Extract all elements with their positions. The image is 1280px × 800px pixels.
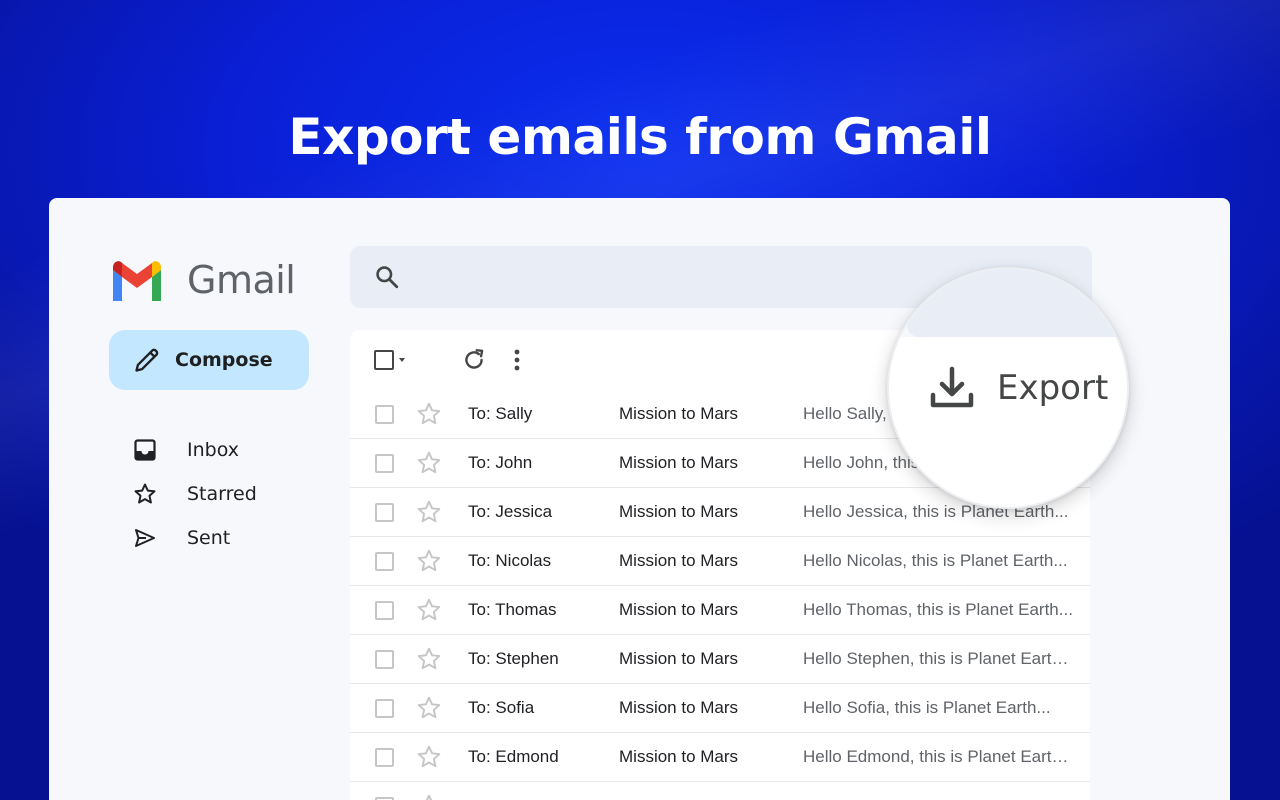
star-icon[interactable]	[416, 597, 442, 623]
row-checkbox[interactable]	[375, 404, 394, 424]
row-checkbox[interactable]	[375, 551, 394, 571]
export-button[interactable]: Export	[929, 365, 1108, 411]
email-subject: Mission to Mars	[619, 502, 739, 521]
star-icon[interactable]	[416, 401, 442, 427]
email-subject: Mission to Mars	[619, 551, 739, 570]
row-checkbox[interactable]	[375, 649, 394, 669]
headline: Export emails from Gmail	[288, 108, 992, 166]
star-icon[interactable]	[416, 450, 442, 476]
sidebar-item-starred[interactable]: Starred	[133, 472, 333, 516]
sidebar-item-label: Inbox	[187, 439, 239, 461]
table-row[interactable]: To: Sofia Mission to Mars Hello Sofia, t…	[350, 684, 1090, 733]
email-recipient: To: Nicolas	[468, 551, 552, 570]
email-snippet: Hello Nicolas, this is Planet Earth...	[803, 551, 1068, 570]
email-recipient: To: Thomas	[468, 600, 557, 619]
star-icon[interactable]	[416, 646, 442, 672]
email-subject: Mission to Mars	[619, 698, 739, 717]
sidebar-item-inbox[interactable]: Inbox	[133, 428, 333, 472]
gmail-window: Gmail Compose Inbox Starred Sent To: Sal…	[49, 198, 1230, 800]
search-icon[interactable]	[374, 264, 400, 290]
email-snippet: Hello Sofia, this is Planet Earth...	[803, 698, 1051, 717]
inbox-icon	[133, 438, 157, 462]
table-row[interactable]: To: Edmond Mission to Mars Hello Edmond,…	[350, 733, 1090, 782]
row-checkbox[interactable]	[375, 600, 394, 620]
gmail-m-icon	[113, 261, 161, 301]
row-checkbox[interactable]	[375, 698, 394, 718]
email-subject: Mission to Mars	[619, 404, 739, 423]
email-subject: Mission to Mars	[619, 600, 739, 619]
export-label: Export	[997, 368, 1109, 408]
select-all-checkbox[interactable]	[374, 350, 405, 370]
sidebar-item-label: Sent	[187, 527, 231, 549]
download-icon	[930, 366, 974, 408]
email-recipient: To: Sofia	[468, 698, 535, 717]
compose-button[interactable]: Compose	[109, 330, 309, 390]
email-snippet: Hello Thomas, this is Planet Earth...	[803, 600, 1073, 619]
row-checkbox[interactable]	[375, 747, 394, 767]
export-magnifier: Export	[887, 267, 1129, 509]
email-snippet: Hello Stephen, this is Planet Earth...	[803, 649, 1075, 668]
email-recipient: To: Stephen	[468, 649, 559, 668]
pencil-icon	[135, 348, 159, 372]
email-subject: Mission to Mars	[619, 747, 739, 766]
caret-down-icon	[399, 358, 405, 362]
star-icon[interactable]	[416, 548, 442, 574]
star-icon[interactable]	[416, 744, 442, 770]
row-checkbox[interactable]	[375, 453, 394, 473]
email-recipient: To: Edmond	[468, 747, 559, 766]
compose-label: Compose	[175, 349, 273, 371]
star-icon	[133, 482, 157, 506]
table-row[interactable]: To: Nicolas Mission to Mars Hello Nicola…	[350, 537, 1090, 586]
star-icon[interactable]	[416, 499, 442, 525]
table-row[interactable]: To: Stephen Mission to Mars Hello Stephe…	[350, 635, 1090, 684]
sidebar-item-label: Starred	[187, 483, 257, 505]
email-subject: Mission to Mars	[619, 649, 739, 668]
sidebar-nav: Inbox Starred Sent	[133, 428, 333, 560]
row-checkbox[interactable]	[375, 796, 394, 800]
magnified-search-edge	[907, 269, 1127, 337]
gmail-logo[interactable]: Gmail	[109, 256, 309, 304]
star-icon[interactable]	[416, 793, 442, 800]
email-recipient: To: John	[468, 453, 533, 472]
email-recipient: To: Jessica	[468, 502, 553, 521]
magnified-header	[889, 269, 1127, 337]
email-snippet: Hello Edmond, this is Planet Earth...	[803, 747, 1075, 766]
sidebar-item-sent[interactable]: Sent	[133, 516, 333, 560]
table-row[interactable]: To: Thomas Mission to Mars Hello Thomas,…	[350, 586, 1090, 635]
table-row[interactable]	[350, 782, 1090, 800]
refresh-icon[interactable]	[461, 347, 487, 373]
star-icon[interactable]	[416, 695, 442, 721]
row-checkbox[interactable]	[375, 502, 394, 522]
email-subject: Mission to Mars	[619, 453, 739, 472]
more-vert-icon[interactable]	[507, 347, 527, 373]
checkbox-box	[374, 350, 394, 370]
logo-text: Gmail	[187, 258, 296, 302]
send-icon	[133, 526, 157, 550]
email-recipient: To: Sally	[468, 404, 533, 423]
